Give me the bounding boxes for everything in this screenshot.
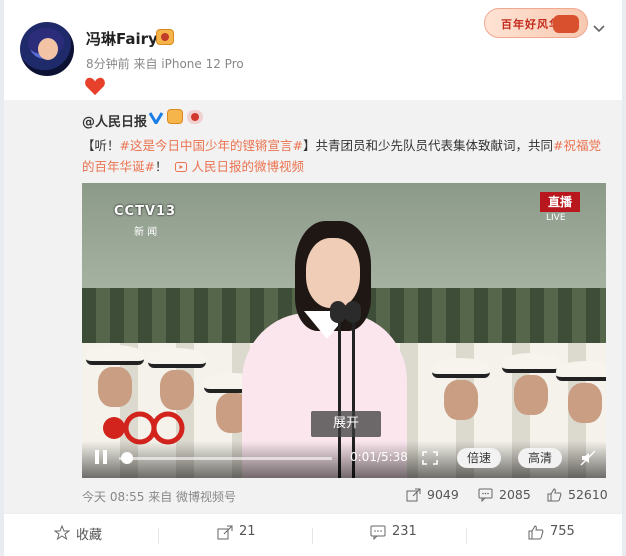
like-action-count: 755 <box>550 524 575 539</box>
comment-icon <box>370 525 386 540</box>
video-sailor-face <box>514 375 548 415</box>
video-speaker-face <box>306 238 360 308</box>
pause-icon[interactable] <box>94 449 108 465</box>
divider <box>158 528 159 544</box>
video-sailor-cap <box>502 353 560 373</box>
chevron-down-icon[interactable] <box>592 22 606 36</box>
reposted-content: @人民日报 【听！#这是今日中国少年的铿锵宣言#】共青团员和少先队员代表集体致献… <box>4 100 622 513</box>
repost-username[interactable]: @人民日报 <box>82 111 147 130</box>
video-sailor-cap <box>432 358 490 378</box>
event-banner-text: 百年好风华 <box>501 18 561 31</box>
repost-text: 【听！#这是今日中国少年的铿锵宣言#】共青团员和少先队员代表集体致献词，共同#祝… <box>82 135 602 177</box>
divider <box>466 528 467 544</box>
video-sailor-face <box>98 367 132 407</box>
banner-emblem-icon <box>553 15 579 33</box>
text-end: ！ <box>154 159 168 174</box>
repost-count-value: 9049 <box>427 487 459 502</box>
star-icon <box>54 525 70 540</box>
medal-icon <box>187 110 203 124</box>
vip-badge-icon <box>167 109 183 124</box>
video-link[interactable]: 人民日报的微博视频 <box>171 159 304 174</box>
video-progress-bar[interactable] <box>119 457 332 460</box>
vip-badge-icon[interactable] <box>156 29 174 45</box>
verified-icon <box>149 112 163 124</box>
video-sailor-cap <box>86 345 144 365</box>
collect-label: 收藏 <box>76 528 103 543</box>
share-icon <box>406 488 421 502</box>
username[interactable]: 冯琳Fairy <box>86 28 158 49</box>
heart-icon <box>85 77 105 96</box>
channel-sub: 新 闻 <box>134 227 158 238</box>
video-sailor-face <box>444 380 478 420</box>
video-progress-knob[interactable] <box>121 452 133 464</box>
event-banner[interactable]: 百年好风华 <box>484 8 588 38</box>
comment-count-value: 2085 <box>499 487 531 502</box>
divider <box>312 528 313 544</box>
thumbs-up-icon <box>547 488 562 502</box>
video-time: 0:01/5:38 <box>350 450 408 464</box>
speed-button[interactable]: 倍速 <box>457 448 501 468</box>
comment-action-count: 231 <box>392 524 417 539</box>
thumbs-up-icon <box>528 525 544 540</box>
share-icon <box>217 525 233 540</box>
video-sailor-cap <box>556 361 606 381</box>
post-meta: 8分钟前 来自 iPhone 12 Pro <box>86 57 244 71</box>
like-count-value: 52610 <box>568 487 608 502</box>
video-link-icon <box>175 162 188 172</box>
video-sailor-face <box>568 383 602 423</box>
expand-button[interactable]: 展开 <box>311 411 381 437</box>
quality-button[interactable]: 高清 <box>518 448 562 468</box>
comment-icon <box>478 488 493 502</box>
video-sailor-face <box>160 370 194 410</box>
repost-time-source: 今天 08:55 来自 微博视频号 <box>82 490 237 504</box>
microphone-icon <box>330 301 346 323</box>
fullscreen-icon[interactable] <box>422 451 438 465</box>
microphone-icon <box>345 301 361 323</box>
avatar-face <box>38 38 58 60</box>
text-open: 【听！ <box>82 138 120 153</box>
video-sailor-cap <box>148 348 206 368</box>
hashtag-link[interactable]: #这是今日中国少年的铿锵宣言# <box>120 138 303 153</box>
action-bar: 收藏 21 231 755 <box>4 513 622 556</box>
post-header: 冯琳Fairy 8分钟前 来自 iPhone 12 Pro 百年好风华 <box>4 0 622 100</box>
video-player[interactable]: CCTV13 新 闻 直播 LIVE 展开 0:01/5:38 倍速 高清 <box>82 183 606 478</box>
text-mid: 】共青团员和少先队员代表集体致献词，共同 <box>302 138 553 153</box>
live-sub: LIVE <box>546 213 566 223</box>
video-link-text: 人民日报的微博视频 <box>191 159 304 174</box>
channel-logo: CCTV13 <box>114 204 177 219</box>
avatar[interactable] <box>20 22 74 76</box>
live-badge: 直播 <box>540 192 580 212</box>
repost-action-count: 21 <box>239 524 256 539</box>
volume-mute-icon[interactable] <box>580 450 596 466</box>
weibo-card: 冯琳Fairy 8分钟前 来自 iPhone 12 Pro 百年好风华 @人民日… <box>4 0 622 556</box>
